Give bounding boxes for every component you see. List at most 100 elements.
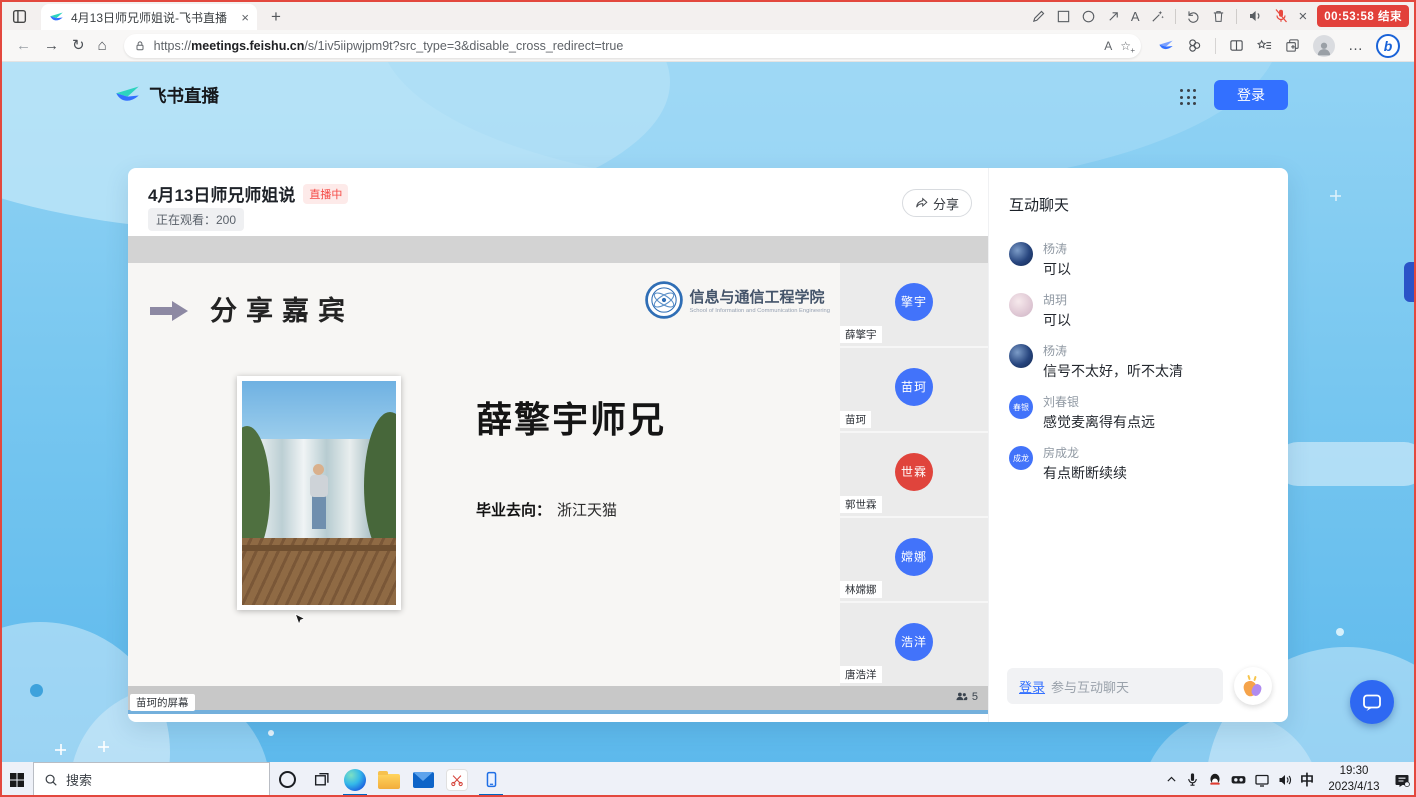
folder-icon xyxy=(378,774,400,789)
lock-icon xyxy=(134,40,146,52)
user-avatar: 春银 xyxy=(1009,395,1033,419)
microphone-muted-icon[interactable] xyxy=(1273,8,1289,24)
snip-tool-button[interactable] xyxy=(440,762,474,797)
file-explorer-button[interactable] xyxy=(372,762,406,797)
qq-icon[interactable] xyxy=(1207,772,1223,788)
user-avatar: 成龙 xyxy=(1009,446,1033,470)
date: 2023/4/13 xyxy=(1321,780,1387,796)
back-icon[interactable]: ← xyxy=(16,38,31,53)
sidebar-handle[interactable] xyxy=(1404,262,1416,302)
taskbar-search[interactable]: 搜索 xyxy=(33,762,270,797)
read-aloud-icon[interactable]: A xyxy=(1104,39,1112,53)
workspaces-icon[interactable] xyxy=(11,8,28,25)
cortana-button[interactable] xyxy=(270,762,304,797)
live-stream-card: 4月13日师兄师姐说 直播中 正在观看：200 分享 分享嘉宾 xyxy=(128,168,1288,722)
participant-avatar: 浩洋 xyxy=(895,622,933,660)
feishu-extension-icon[interactable] xyxy=(1158,38,1174,54)
toolbar-divider xyxy=(1236,9,1237,24)
clap-reaction-button[interactable] xyxy=(1234,667,1272,705)
participant-avatar: 世霖 xyxy=(895,452,933,490)
annotation-toolbar: A × 00:53:58 结束 xyxy=(1031,5,1409,27)
screen: 4月13日师兄师姐说-飞书直播 × + A × 00:53:58 结束 ← → … xyxy=(0,0,1416,797)
participant-name: 郭世霖 xyxy=(840,496,882,513)
org-name-en: School of Information and Communication … xyxy=(690,308,831,314)
system-tray: 中 19:30 2023/4/13 xyxy=(1165,762,1416,797)
split-screen-icon[interactable] xyxy=(1229,38,1244,53)
taskbar-clock[interactable]: 19:30 2023/4/13 xyxy=(1321,764,1387,795)
browser-essentials-icon[interactable] xyxy=(1187,38,1202,53)
new-tab-button[interactable]: + xyxy=(271,8,281,25)
pen-tool-icon[interactable] xyxy=(1031,9,1046,24)
bing-chat-icon[interactable]: b xyxy=(1376,34,1400,58)
share-icon xyxy=(915,197,928,210)
task-view-button[interactable] xyxy=(304,762,338,797)
participant-tile: 世霖 郭世霖 xyxy=(840,433,988,518)
mouse-cursor xyxy=(294,613,305,627)
viewer-count-badge: 正在观看：200 xyxy=(148,208,244,231)
dot-decoration xyxy=(1336,628,1344,636)
tab-close-icon[interactable]: × xyxy=(241,11,249,24)
browser-navbar: ← → ↻ ⌂ https://meetings.feishu.cn/s/1iv… xyxy=(2,30,1414,62)
address-bar[interactable]: https://meetings.feishu.cn/s/1iv5iipwjpm… xyxy=(124,34,1141,58)
favorites-icon[interactable] xyxy=(1257,38,1272,53)
participant-avatar: 擎宇 xyxy=(895,282,933,320)
notification-center-icon[interactable] xyxy=(1394,772,1410,788)
favorite-add-icon[interactable]: ☆+ xyxy=(1120,39,1131,53)
more-menu-icon[interactable]: … xyxy=(1348,38,1363,53)
chat-message: 杨涛信号不太好，听不太清 xyxy=(1009,342,1276,380)
chat-user-name: 胡玥 xyxy=(1043,291,1071,308)
profile-avatar[interactable] xyxy=(1313,35,1335,57)
recorder-icon[interactable] xyxy=(1230,771,1247,788)
video-player[interactable]: 分享嘉宾 信息与通信工程学院 School of Information and… xyxy=(128,236,988,714)
plus-decoration xyxy=(98,741,109,752)
edge-taskbar-button[interactable] xyxy=(338,762,372,797)
participant-avatar: 苗珂 xyxy=(895,367,933,405)
laser-tool-icon[interactable] xyxy=(1150,9,1165,24)
refresh-icon[interactable]: ↻ xyxy=(72,38,85,53)
trash-icon[interactable] xyxy=(1211,9,1226,24)
chat-message-text: 感觉麦离得有点远 xyxy=(1043,413,1155,431)
recording-timer-end-button[interactable]: 00:53:58 结束 xyxy=(1317,5,1409,27)
dot-decoration xyxy=(30,684,43,697)
bullet-arrow-icon xyxy=(148,299,190,323)
ellipse-tool-icon[interactable] xyxy=(1081,9,1096,24)
customer-service-button[interactable] xyxy=(1350,680,1394,724)
volume-icon[interactable] xyxy=(1277,772,1293,788)
arrow-tool-icon[interactable] xyxy=(1106,9,1121,24)
chat-input-placeholder: 参与互动聊天 xyxy=(1051,677,1129,696)
start-button[interactable] xyxy=(0,762,33,797)
home-icon[interactable]: ⌂ xyxy=(98,38,107,53)
microphone-tray-icon[interactable] xyxy=(1185,772,1200,787)
hidden-icons-chevron[interactable] xyxy=(1165,773,1178,786)
participant-name: 苗珂 xyxy=(840,411,871,428)
apps-grid-icon[interactable] xyxy=(1180,89,1197,106)
participant-tile: 浩洋 唐浩洋 xyxy=(840,603,988,686)
mail-icon xyxy=(413,772,434,788)
chat-message-text: 可以 xyxy=(1043,260,1071,278)
speaker-icon[interactable] xyxy=(1247,8,1263,24)
chat-login-link[interactable]: 登录 xyxy=(1019,677,1045,696)
navbar-divider xyxy=(1215,38,1216,54)
forward-icon[interactable]: → xyxy=(44,38,59,53)
your-phone-button[interactable] xyxy=(474,762,508,797)
rectangle-tool-icon[interactable] xyxy=(1056,9,1071,24)
chat-input[interactable]: 登录 参与互动聊天 xyxy=(1007,668,1223,704)
scissors-icon xyxy=(446,769,468,791)
share-button[interactable]: 分享 xyxy=(902,189,972,217)
time: 19:30 xyxy=(1321,764,1387,780)
collections-icon[interactable] xyxy=(1285,38,1300,53)
login-button[interactable]: 登录 xyxy=(1214,80,1288,110)
url-text: https://meetings.feishu.cn/s/1iv5iipwjpm… xyxy=(154,39,1097,53)
close-annotation-icon[interactable]: × xyxy=(1299,8,1308,25)
mail-button[interactable] xyxy=(406,762,440,797)
display-icon[interactable] xyxy=(1254,772,1270,788)
ime-indicator[interactable]: 中 xyxy=(1300,770,1314,790)
player-progress-bar[interactable] xyxy=(128,710,988,714)
brand-name: 飞书直播 xyxy=(149,83,219,108)
feishu-live-page: 飞书直播 登录 4月13日师兄师姐说 直播中 正在观看：200 分享 分享嘉宾 xyxy=(0,62,1416,762)
user-avatar xyxy=(1009,242,1033,266)
text-tool-icon[interactable]: A xyxy=(1131,9,1140,24)
browser-tab[interactable]: 4月13日师兄师姐说-飞书直播 × xyxy=(41,4,257,30)
graduation-destination: 毕业去向：浙江天猫 xyxy=(476,499,617,520)
undo-icon[interactable] xyxy=(1186,9,1201,24)
